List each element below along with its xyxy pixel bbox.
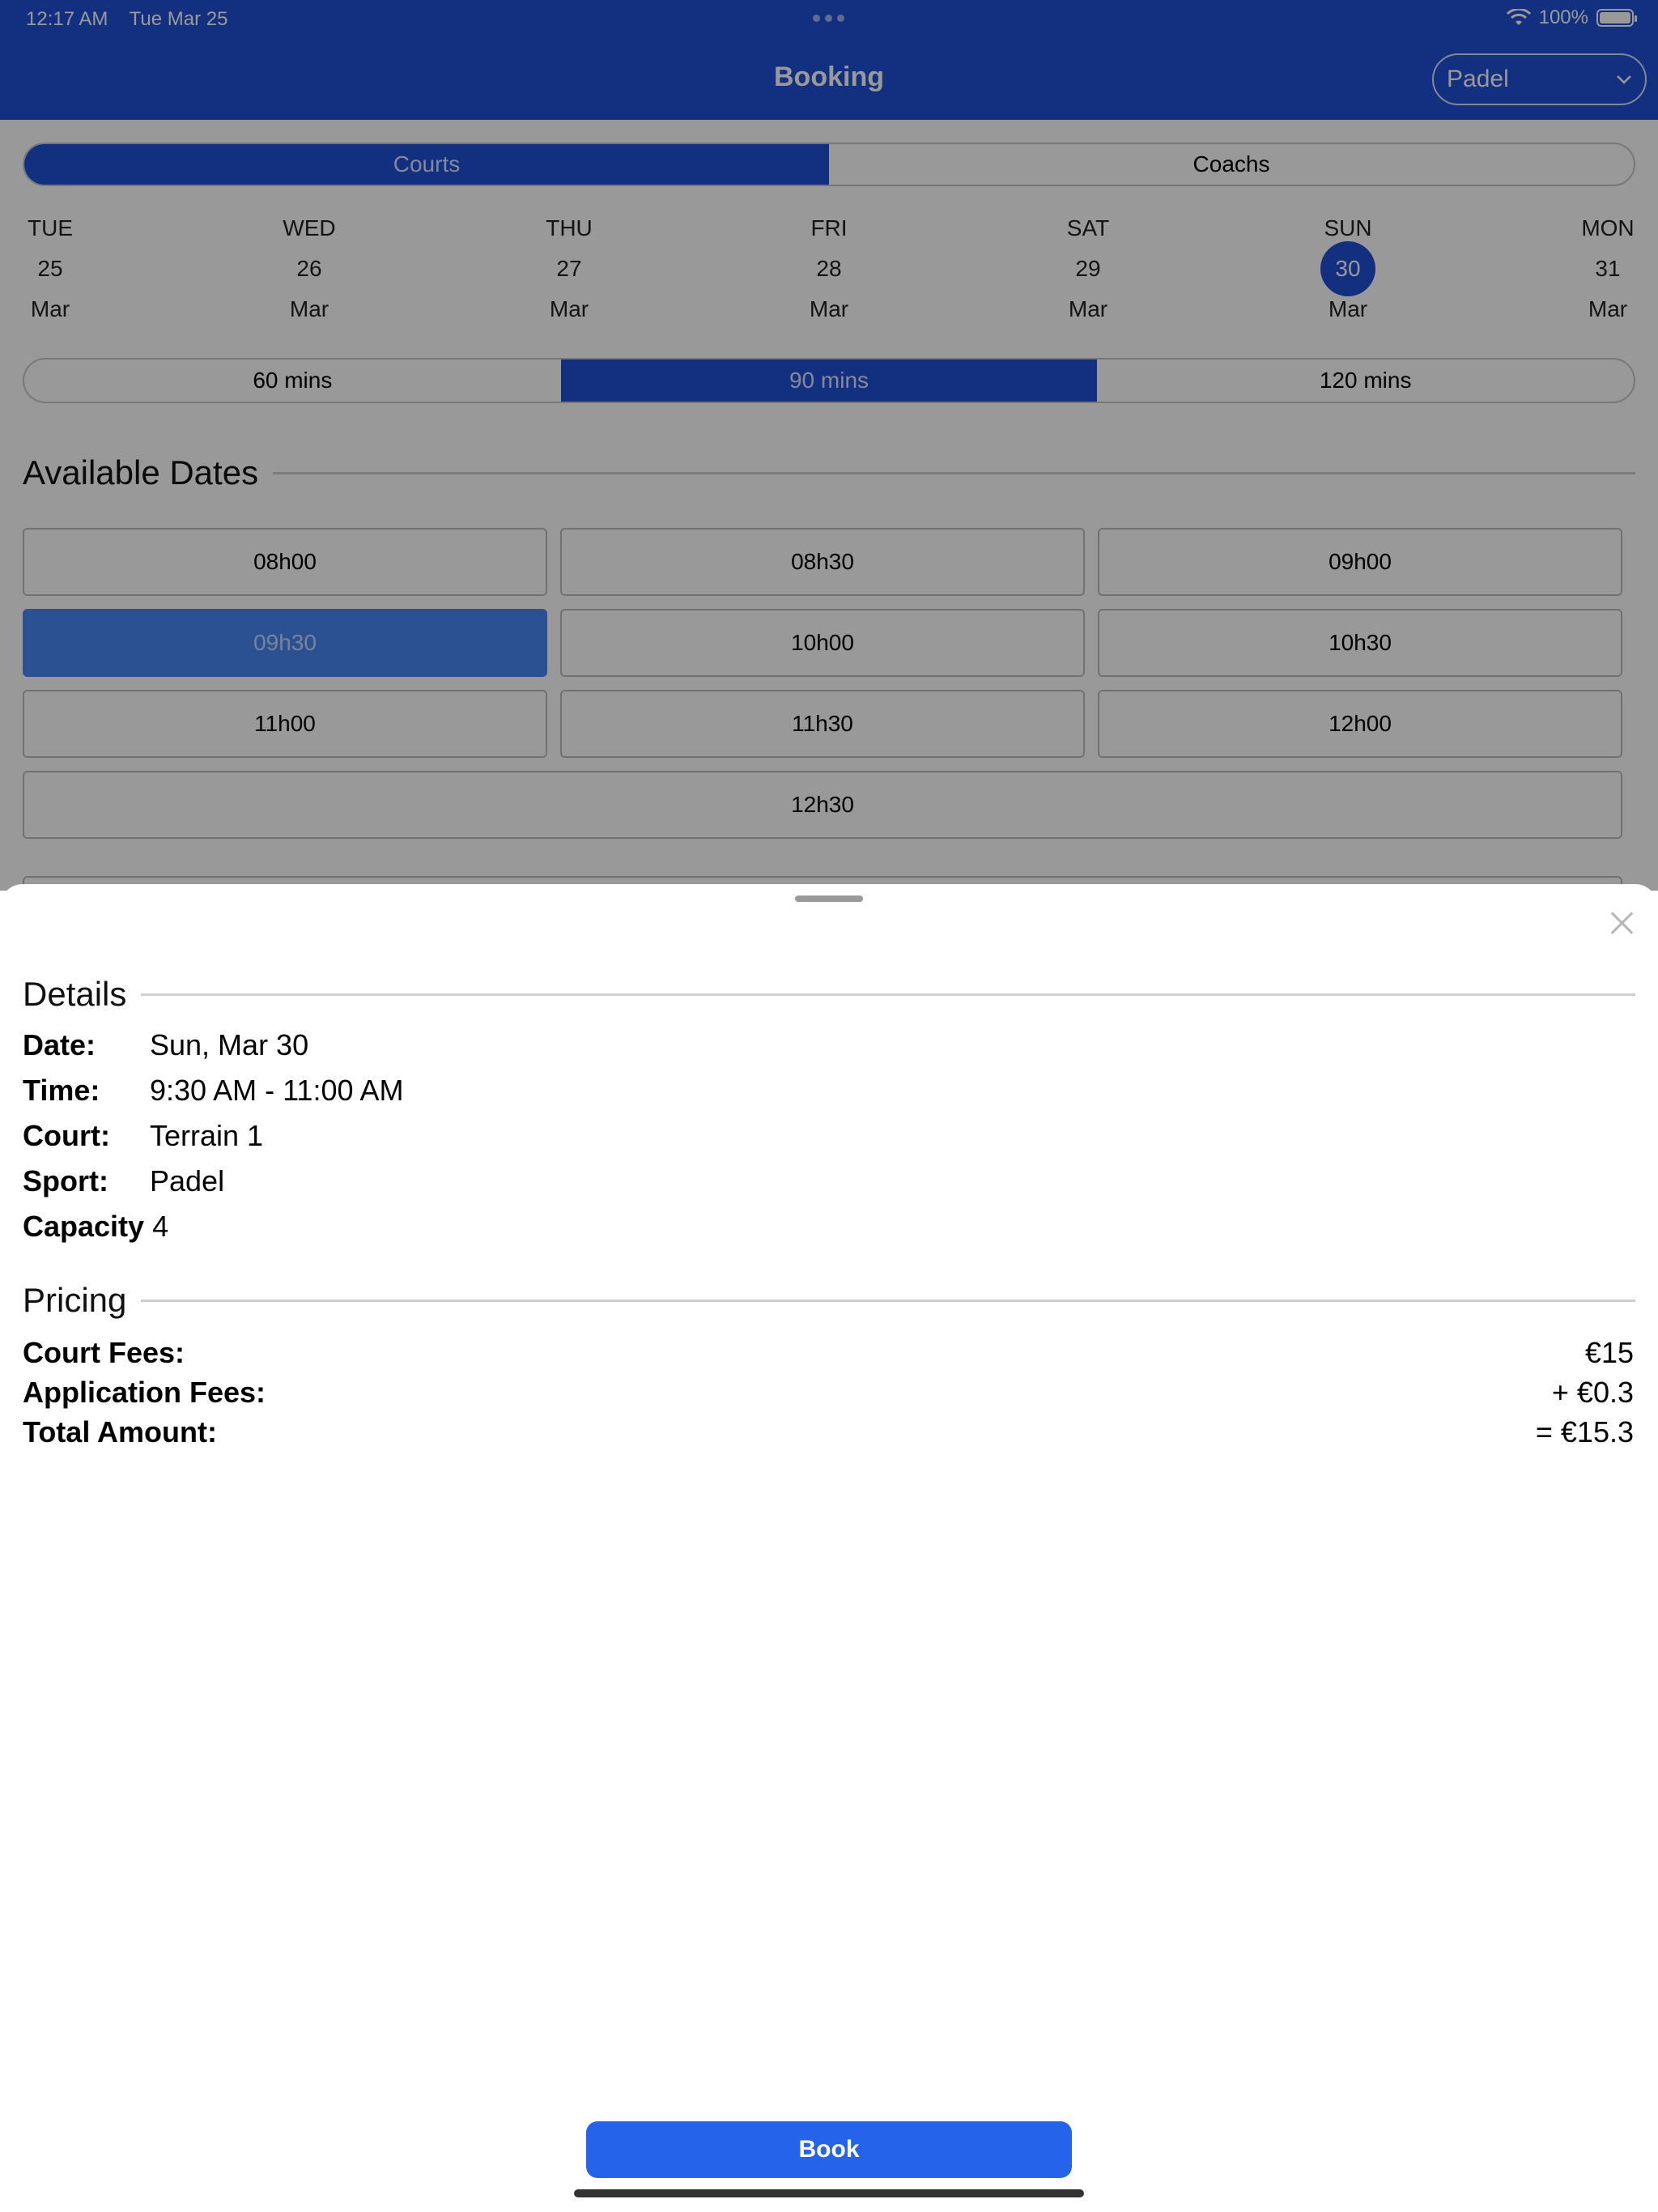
detail-value: Padel <box>150 1164 225 1197</box>
price-label: Court Fees: <box>23 1336 185 1369</box>
pricing-title: Pricing <box>23 1281 127 1319</box>
close-icon[interactable] <box>1606 907 1639 939</box>
price-application-fees-row: Application Fees: + €0.3 <box>23 1376 1634 1410</box>
detail-label: Sport: <box>23 1164 108 1197</box>
detail-capacity-row: Capacity 4 <box>23 1210 168 1244</box>
price-value: €15 <box>1584 1336 1634 1369</box>
detail-court-row: Court: Terrain 1 <box>23 1119 263 1153</box>
pricing-heading: Pricing <box>23 1274 1635 1326</box>
detail-value: 4 <box>152 1210 169 1243</box>
detail-label: Court: <box>23 1119 110 1152</box>
price-label: Application Fees: <box>23 1376 266 1409</box>
price-court-fees-row: Court Fees: €15 <box>23 1336 1634 1370</box>
divider <box>141 993 1635 996</box>
price-value: = €15.3 <box>1535 1415 1634 1448</box>
detail-label: Capacity <box>23 1210 145 1243</box>
detail-time-row: Time: 9:30 AM - 11:00 AM <box>23 1074 404 1108</box>
home-indicator[interactable] <box>574 2189 1084 2197</box>
details-title: Details <box>23 975 127 1013</box>
detail-value: Sun, Mar 30 <box>150 1028 309 1061</box>
divider <box>141 1299 1635 1302</box>
booking-details-sheet: Details Date: Sun, Mar 30 Time: 9:30 AM … <box>0 884 1658 2212</box>
detail-value: Terrain 1 <box>150 1119 264 1152</box>
price-label: Total Amount: <box>23 1415 217 1448</box>
sheet-grabber[interactable] <box>795 895 863 902</box>
book-button[interactable]: Book <box>586 2121 1072 2178</box>
price-total-row: Total Amount: = €15.3 <box>23 1415 1634 1449</box>
detail-date-row: Date: Sun, Mar 30 <box>23 1028 308 1062</box>
detail-label: Date: <box>23 1028 96 1061</box>
details-heading: Details <box>23 968 1635 1020</box>
dim-overlay[interactable] <box>0 0 1658 891</box>
detail-value: 9:30 AM - 11:00 AM <box>150 1074 404 1107</box>
price-value: + €0.3 <box>1551 1376 1634 1409</box>
detail-label: Time: <box>23 1074 100 1107</box>
detail-sport-row: Sport: Padel <box>23 1164 224 1198</box>
